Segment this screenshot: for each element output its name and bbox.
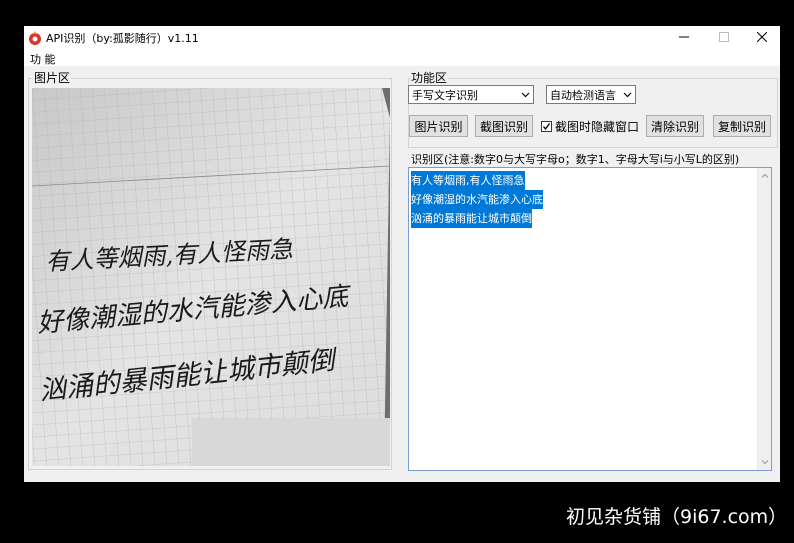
result-text[interactable]: 有人等烟雨,有人怪雨急 好像潮湿的水汽能渗入心底 汹涌的暴雨能让城市颠倒 bbox=[411, 171, 543, 228]
image-recognize-button[interactable]: 图片识别 bbox=[409, 115, 468, 137]
app-logo-icon bbox=[28, 30, 42, 45]
checkbox-checked-icon[interactable] bbox=[541, 120, 552, 132]
language-select[interactable]: 自动检测语言 bbox=[546, 85, 636, 104]
chevron-down-icon bbox=[521, 92, 530, 98]
maximize-button[interactable] bbox=[704, 26, 744, 48]
chevron-down-icon bbox=[623, 92, 632, 98]
hide-window-label: 截图时隐藏窗口 bbox=[555, 119, 640, 134]
close-icon bbox=[757, 32, 767, 42]
recognition-mode-select[interactable]: 手写文字识别 bbox=[408, 85, 534, 104]
close-button[interactable] bbox=[742, 26, 782, 48]
vertical-scrollbar[interactable] bbox=[757, 168, 771, 470]
minimize-icon bbox=[679, 36, 689, 38]
image-panel-label: 图片区 bbox=[33, 69, 72, 86]
scroll-up-icon bbox=[761, 173, 769, 178]
hide-window-checkbox[interactable]: 截图时隐藏窗口 bbox=[541, 117, 639, 135]
clear-recognize-button[interactable]: 清除识别 bbox=[646, 115, 704, 137]
title-bar[interactable]: API识别（by:孤影随行）v1.11 bbox=[24, 26, 780, 48]
result-line-3: 汹涌的暴雨能让城市颠倒 bbox=[411, 209, 532, 228]
minimize-button[interactable] bbox=[664, 26, 704, 48]
screenshot-recognize-button[interactable]: 截图识别 bbox=[475, 115, 533, 137]
scroll-down-icon bbox=[761, 460, 769, 465]
result-textarea[interactable]: 有人等烟雨,有人怪雨急 好像潮湿的水汽能渗入心底 汹涌的暴雨能让城市颠倒 bbox=[408, 167, 772, 471]
result-line-1: 有人等烟雨,有人怪雨急 bbox=[411, 171, 525, 190]
result-panel-label: 识别区(注意:数字0与大写字母o；数字1、字母大写i与小写L的区别) bbox=[410, 151, 741, 167]
result-line-2: 好像潮湿的水汽能渗入心底 bbox=[411, 190, 543, 209]
language-value: 自动检测语言 bbox=[550, 89, 616, 102]
window-title: API识别（by:孤影随行）v1.11 bbox=[46, 32, 199, 45]
maximize-icon bbox=[719, 32, 729, 42]
handwriting-image[interactable]: 有人等烟雨,有人怪雨急 好像潮湿的水汽能渗入心底 汹涌的暴雨能让城市颠倒 bbox=[32, 88, 390, 466]
watermark-text: 初见杂货铺（9i67.com） bbox=[566, 506, 788, 528]
notebook-photo: 有人等烟雨,有人怪雨急 好像潮湿的水汽能渗入心底 汹涌的暴雨能让城市颠倒 bbox=[32, 88, 390, 466]
function-panel-label: 功能区 bbox=[410, 69, 449, 86]
copy-recognize-button[interactable]: 复制识别 bbox=[713, 115, 771, 137]
recognition-mode-value: 手写文字识别 bbox=[412, 89, 478, 102]
menu-bar: 功 能 bbox=[24, 48, 780, 66]
menu-item-functions[interactable]: 功 能 bbox=[30, 51, 56, 67]
app-window: API识别（by:孤影随行）v1.11 功 能 图片区 有人等烟雨,有人怪雨急 … bbox=[24, 26, 780, 482]
